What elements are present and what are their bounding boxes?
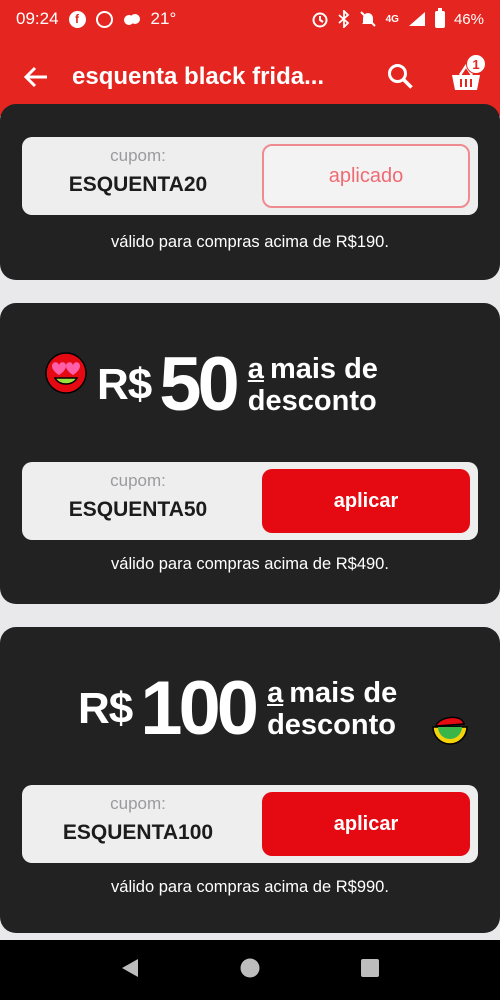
promo-a: a xyxy=(247,352,264,385)
heart-eyes-emoji-icon xyxy=(44,351,88,400)
coupon-box: cupom: ESQUENTA100 aplicar xyxy=(22,785,478,863)
cart-count-badge: 1 xyxy=(466,54,486,74)
coupon-box: cupom: ESQUENTA20 aplicado xyxy=(22,137,478,215)
promo-banner: R$ 50 a mais de desconto xyxy=(97,341,378,428)
promo-currency: R$ xyxy=(78,683,133,733)
nav-back-button[interactable] xyxy=(119,957,141,984)
promo-line2: desconto xyxy=(267,708,396,741)
signal-icon xyxy=(408,11,426,27)
coupon-code: ESQUENTA50 xyxy=(68,498,208,521)
alarm-icon xyxy=(311,10,329,28)
coupon-condition: válido para compras acima de R$190. xyxy=(111,233,389,251)
system-nav-bar xyxy=(0,940,500,1000)
coupon-card-esquenta20: cupom: ESQUENTA20 aplicado válido para c… xyxy=(0,104,500,280)
mute-icon xyxy=(359,10,377,28)
weather-icon xyxy=(123,11,141,27)
promo-line1: mais de xyxy=(269,352,378,385)
page-title: esquenta black frida... xyxy=(72,63,325,90)
facebook-icon: f xyxy=(68,10,86,28)
search-icon xyxy=(388,64,413,89)
status-time: 09:24 xyxy=(16,9,59,28)
battery-icon xyxy=(434,7,445,28)
promo-banner: R$ 100 a mais de desconto xyxy=(78,665,397,752)
coupon-label: cupom: xyxy=(110,471,166,490)
melon-emoji-icon xyxy=(430,709,470,754)
coupon-card-esquenta50: R$ 50 a mais de desconto cupom: ESQUENTA5… xyxy=(0,303,500,604)
apply-button[interactable]: aplicar xyxy=(262,469,470,533)
cart-button[interactable]: 1 xyxy=(446,54,486,98)
promo-text: a mais de desconto xyxy=(267,677,397,741)
promo-a: a xyxy=(267,676,284,709)
promo-line1: mais de xyxy=(289,676,398,709)
applied-button[interactable]: aplicado xyxy=(262,144,470,208)
circle-home-icon xyxy=(240,958,260,977)
coupon-card-esquenta100: R$ 100 a mais de desconto cupom: ESQUENTA… xyxy=(0,627,500,933)
nav-recents-button[interactable] xyxy=(359,957,381,984)
coupon-condition: válido para compras acima de R$990. xyxy=(111,878,389,896)
nav-home-button[interactable] xyxy=(239,957,261,984)
bluetooth-icon xyxy=(338,10,350,28)
battery-level: 46% xyxy=(453,10,484,28)
promo-amount: 50 xyxy=(159,342,240,427)
coupon-code: ESQUENTA20 xyxy=(68,173,208,196)
coupon-condition: válido para compras acima de R$490. xyxy=(111,555,389,573)
promo-text: a mais de desconto xyxy=(248,353,378,417)
pokeball-icon xyxy=(95,10,113,28)
arrow-left-icon xyxy=(23,66,47,88)
status-bar: 09:24 f 21° 4G 46% xyxy=(0,0,500,38)
triangle-back-icon xyxy=(122,958,138,977)
promo-currency: R$ xyxy=(97,359,152,409)
coupon-box: cupom: ESQUENTA50 aplicar xyxy=(22,462,478,540)
search-button[interactable] xyxy=(382,58,418,94)
promo-line2: desconto xyxy=(247,384,377,417)
apply-button[interactable]: aplicar xyxy=(262,792,470,856)
square-recents-icon xyxy=(361,958,379,977)
coupon-label: cupom: xyxy=(110,146,166,165)
coupon-label: cupom: xyxy=(110,794,166,813)
status-temperature: 21° xyxy=(150,9,177,28)
network-type: 4G xyxy=(385,13,399,25)
promo-amount: 100 xyxy=(140,666,259,751)
coupon-code: ESQUENTA100 xyxy=(62,821,214,844)
